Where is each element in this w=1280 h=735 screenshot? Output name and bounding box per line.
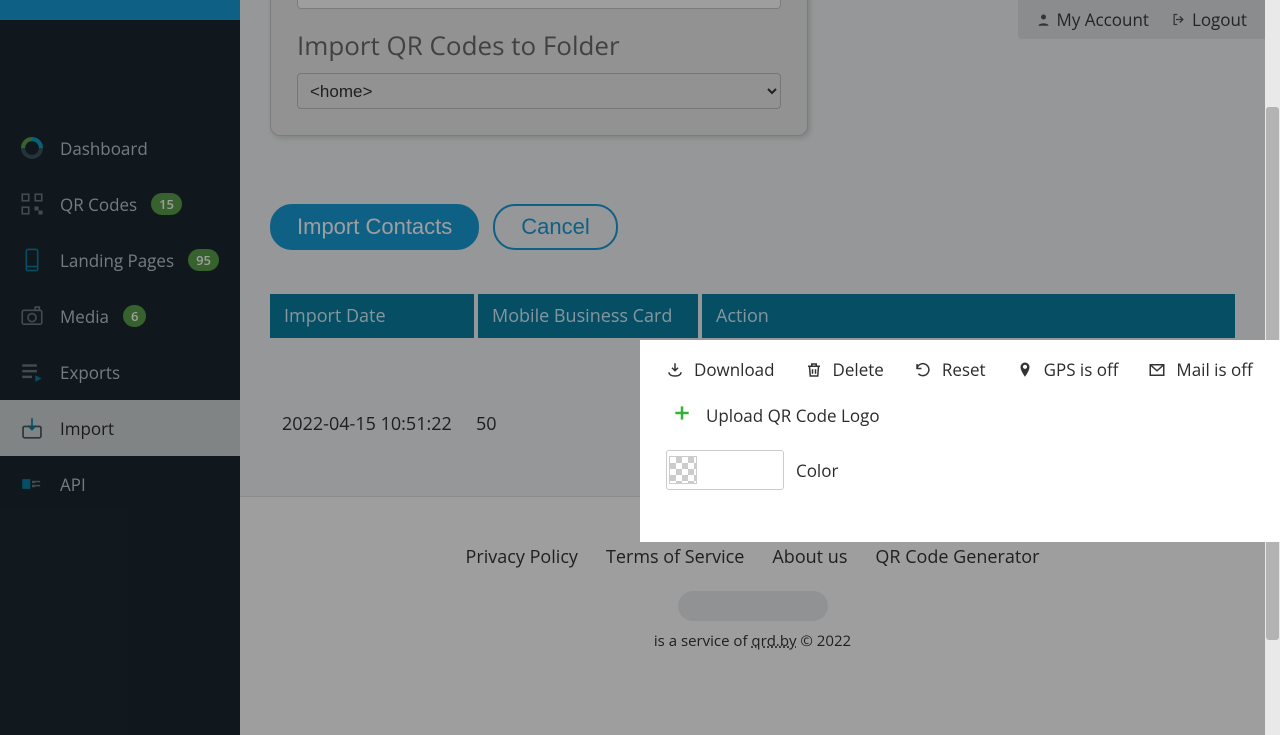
download-label: Download: [694, 358, 775, 381]
color-label: Color: [796, 459, 838, 482]
delete-action[interactable]: Delete: [805, 358, 884, 381]
reset-label: Reset: [942, 358, 986, 381]
download-icon: [666, 361, 684, 379]
download-action[interactable]: Download: [666, 358, 775, 381]
pin-icon: [1016, 361, 1034, 379]
transparency-swatch-icon: [669, 456, 697, 484]
upload-logo-label: Upload QR Code Logo: [706, 404, 880, 427]
delete-label: Delete: [833, 358, 884, 381]
mail-label: Mail is off: [1176, 358, 1252, 381]
upload-logo-action[interactable]: Upload QR Code Logo: [672, 403, 1259, 428]
color-picker[interactable]: [666, 450, 784, 490]
mail-icon: [1148, 361, 1166, 379]
undo-icon: [914, 361, 932, 379]
color-row: Color: [666, 450, 1259, 490]
gps-label: GPS is off: [1044, 358, 1119, 381]
trash-icon: [805, 361, 823, 379]
mail-action[interactable]: Mail is off: [1148, 358, 1252, 381]
gps-action[interactable]: GPS is off: [1016, 358, 1119, 381]
plus-icon: [672, 403, 692, 428]
reset-action[interactable]: Reset: [914, 358, 986, 381]
row-actions-popover: Download Delete Reset GPS is off Mail is…: [640, 340, 1280, 542]
